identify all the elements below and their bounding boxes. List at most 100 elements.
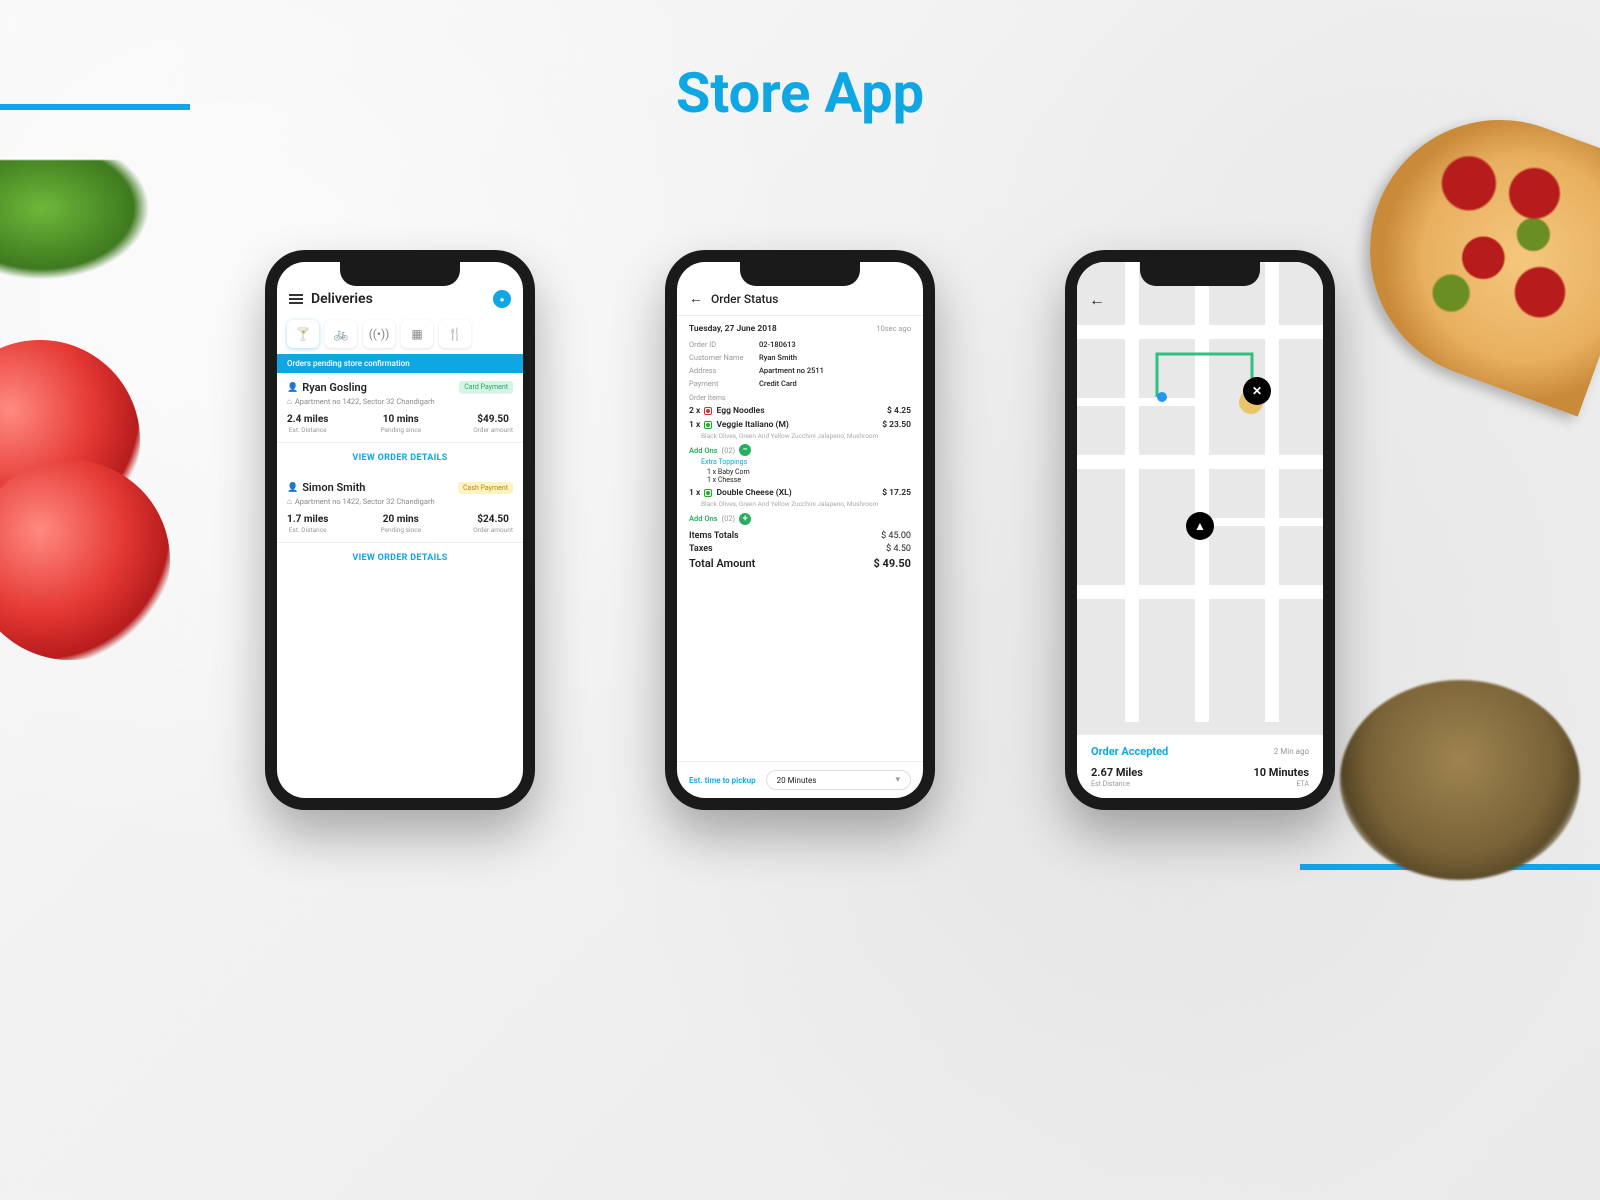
stat-pending-label: Pending since xyxy=(380,526,421,534)
stat-pending-label: Pending since xyxy=(380,426,421,434)
stat-pending: 10 mins xyxy=(380,414,421,425)
map-view[interactable]: ← ✕ ▲ xyxy=(1077,262,1323,735)
taxes-label: Taxes xyxy=(689,544,713,554)
order-time-ago: 10sec ago xyxy=(876,324,911,334)
filter-food-icon[interactable]: 🍴 xyxy=(439,320,471,348)
stat-amount: $49.50 xyxy=(473,414,513,425)
stat-distance-label: Est. Distance xyxy=(287,526,328,534)
item-name: Veggie Italiano (M) xyxy=(717,420,789,430)
filter-restaurant-icon[interactable]: 🍸 xyxy=(287,320,319,348)
order-date: Tuesday, 27 June 2018 xyxy=(689,324,777,334)
map-distance-label: Est Distance xyxy=(1091,780,1143,788)
item-name: Egg Noodles xyxy=(717,406,765,416)
veg-icon xyxy=(704,489,712,497)
pickup-footer: Est. time to pickup 20 Minutes ▾ xyxy=(677,761,923,798)
stat-amount: $24.50 xyxy=(473,514,513,525)
item-description: Black Olives, Green And Yellow Zucchini … xyxy=(701,432,911,440)
order-id-value: 02-180613 xyxy=(759,340,796,349)
notifications-icon[interactable]: ● xyxy=(493,290,511,308)
order-status-label: Order Accepted xyxy=(1091,745,1168,758)
toppings-header: Extra Toppings xyxy=(701,458,911,466)
collapse-icon[interactable]: − xyxy=(739,444,751,456)
customer-name: Simon Smith xyxy=(302,481,365,494)
item-qty: 1 x xyxy=(689,420,702,430)
customer-name: Ryan Gosling xyxy=(302,381,367,394)
home-icon: ⌂ xyxy=(287,397,292,406)
topping-line: 1 x Chesse xyxy=(707,476,911,484)
map-eta: 10 Minutes xyxy=(1253,766,1309,779)
order-items-header: Order Items xyxy=(689,394,911,402)
stat-distance: 2.4 miles xyxy=(287,414,328,425)
pickup-dropdown[interactable]: 20 Minutes ▾ xyxy=(766,770,911,790)
item-qty: 2 x xyxy=(689,406,702,416)
user-icon: 👤 xyxy=(287,383,298,393)
destination-pin-icon[interactable]: ✕ xyxy=(1243,377,1271,405)
addons-label: Add Ons xyxy=(689,514,718,523)
items-total-label: Items Totals xyxy=(689,531,739,541)
map-distance: 2.67 Miles xyxy=(1091,766,1143,779)
addons-count: (02) xyxy=(722,514,736,523)
header-bar: ← Order Status xyxy=(677,262,923,316)
order-card: 👤 Simon Smith Cash Payment ⌂Apartment no… xyxy=(277,473,523,543)
header-bar: Deliveries ● xyxy=(277,262,523,314)
address-label: Address xyxy=(689,366,759,375)
home-icon: ⌂ xyxy=(287,497,292,506)
pending-banner: Orders pending store confirmation xyxy=(277,354,523,373)
back-icon[interactable]: ← xyxy=(1089,290,1105,310)
payment-label: Payment xyxy=(689,379,759,388)
map-roads xyxy=(1077,262,1323,722)
phone-map: ← ✕ ▲ Order Accepted 2 Min ago 2.67 Mile… xyxy=(1065,250,1335,810)
map-current-dot xyxy=(1157,392,1167,402)
item-price: $ 4.25 xyxy=(887,406,911,416)
phone-deliveries: Deliveries ● 🍸 🚲 ((•)) ▦ 🍴 Orders pendin… xyxy=(265,250,535,810)
menu-icon[interactable] xyxy=(289,294,303,304)
item-price: $ 17.25 xyxy=(882,488,911,498)
chevron-down-icon: ▾ xyxy=(895,775,900,785)
customer-address: Apartment no 1422, Sector 32 Chandigarh xyxy=(295,497,435,506)
veg-icon xyxy=(704,421,712,429)
filter-list-icon[interactable]: ▦ xyxy=(401,320,433,348)
pickup-value: 20 Minutes xyxy=(777,776,817,785)
pickup-label: Est. time to pickup xyxy=(689,776,756,785)
filter-tabs: 🍸 🚲 ((•)) ▦ 🍴 xyxy=(277,314,523,354)
addons-toggle[interactable]: Add Ons (02)+ xyxy=(689,513,911,525)
page-title: Store App xyxy=(0,60,1600,126)
filter-signal-icon[interactable]: ((•)) xyxy=(363,320,395,348)
expand-icon[interactable]: + xyxy=(739,513,751,525)
stat-distance-label: Est. Distance xyxy=(287,426,328,434)
line-item: 2 x Egg Noodles $ 4.25 xyxy=(689,406,911,416)
customer-address: Apartment no 1422, Sector 32 Chandigarh xyxy=(295,397,435,406)
payment-badge: Card Payment xyxy=(459,381,513,394)
total-amount-label: Total Amount xyxy=(689,557,755,570)
status-time-ago: 2 Min ago xyxy=(1274,747,1309,756)
view-details-button[interactable]: VIEW ORDER DETAILS xyxy=(277,543,523,573)
payment-value: Credit Card xyxy=(759,379,797,388)
addons-toggle[interactable]: Add Ons(02)− xyxy=(689,444,911,456)
item-name: Double Cheese (XL) xyxy=(717,488,792,498)
payment-badge: Cash Payment xyxy=(458,482,513,494)
non-veg-icon xyxy=(704,407,712,415)
item-qty: 1 x xyxy=(689,488,702,498)
items-total-value: $ 45.00 xyxy=(881,531,911,541)
back-icon[interactable]: ← xyxy=(689,290,703,307)
customer-value: Ryan Smith xyxy=(759,353,797,362)
map-eta-label: ETA xyxy=(1253,780,1309,788)
user-icon: 👤 xyxy=(287,483,298,493)
topping-line: 1 x Baby Corn xyxy=(707,468,911,476)
total-amount-value: $ 49.50 xyxy=(874,557,911,570)
status-card: Order Accepted 2 Min ago 2.67 MilesEst D… xyxy=(1077,735,1323,798)
stat-distance: 1.7 miles xyxy=(287,514,328,525)
order-id-label: Order ID xyxy=(689,340,759,349)
navigation-pin-icon[interactable]: ▲ xyxy=(1186,512,1214,540)
line-item: 1 x Veggie Italiano (M)$ 23.50 Black Oli… xyxy=(689,420,911,484)
phone-order-status: ← Order Status Tuesday, 27 June 2018 10s… xyxy=(665,250,935,810)
stat-amount-label: Order amount xyxy=(473,526,513,534)
line-item: 1 x Double Cheese (XL) $ 17.25 Black Oliv… xyxy=(689,488,911,524)
filter-bike-icon[interactable]: 🚲 xyxy=(325,320,357,348)
view-details-button[interactable]: VIEW ORDER DETAILS xyxy=(277,443,523,473)
stat-amount-label: Order amount xyxy=(473,426,513,434)
item-description: Black Olives, Green And Yellow Zucchini … xyxy=(701,500,911,508)
order-card: 👤 Ryan Gosling Card Payment ⌂Apartment n… xyxy=(277,373,523,443)
address-value: Apartment no 2511 xyxy=(759,366,824,375)
screen-title: Order Status xyxy=(711,292,778,306)
